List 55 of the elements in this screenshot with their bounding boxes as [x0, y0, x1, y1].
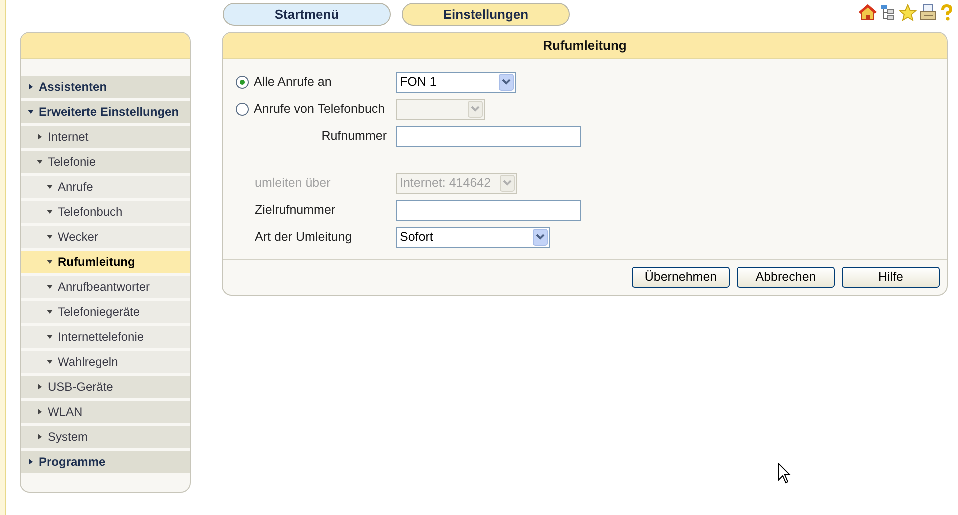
- tab[interactable]: Startmenü: [223, 3, 391, 26]
- field-label: Zielrufnummer: [255, 203, 336, 218]
- caret-down-icon: [28, 109, 34, 115]
- sidebar-item[interactable]: Programme: [21, 451, 190, 473]
- option-label: Anrufe von Telefonbuch: [254, 102, 386, 116]
- sidebar-item[interactable]: Telefonie: [21, 151, 190, 173]
- input-field[interactable]: [396, 126, 581, 147]
- tree-icon[interactable]: [880, 4, 896, 22]
- tab[interactable]: Einstellungen: [402, 3, 570, 26]
- radio-button[interactable]: [236, 76, 249, 89]
- sidebar-item[interactable]: Telefonbuch: [21, 201, 190, 223]
- action-button[interactable]: Abbrechen: [737, 266, 835, 288]
- sidebar-item[interactable]: WLAN: [21, 401, 190, 423]
- sidebar-item[interactable]: System: [21, 426, 190, 448]
- home-icon[interactable]: [859, 4, 877, 22]
- caret-right-icon: [37, 384, 43, 390]
- caret-down-icon: [37, 159, 43, 165]
- caret-right-icon: [37, 434, 43, 440]
- caret-down-icon: [47, 334, 53, 340]
- radio-button[interactable]: [236, 102, 249, 116]
- sidebar-item[interactable]: Assistenten: [21, 76, 190, 98]
- action-button[interactable]: Hilfe: [842, 266, 940, 288]
- sidebar-item[interactable]: Wecker: [21, 226, 190, 248]
- caret-down-icon: [47, 184, 53, 190]
- star-icon[interactable]: [899, 4, 917, 22]
- caret-down-icon: [47, 284, 53, 290]
- caret-down-icon: [47, 209, 53, 215]
- sidebar-item[interactable]: Anrufbeantworter: [21, 276, 190, 298]
- field-label: umleiten über: [255, 176, 331, 190]
- field-label: Art der Umleitung: [255, 230, 352, 244]
- action-button[interactable]: Übernehmen: [632, 266, 730, 288]
- option-label: Alle Anrufe an: [254, 75, 332, 90]
- caret-right-icon: [28, 459, 34, 465]
- caret-right-icon: [28, 84, 34, 90]
- sidebar-item[interactable]: Erweiterte Einstellungen: [21, 101, 190, 123]
- input-field[interactable]: [396, 200, 581, 221]
- caret-down-icon: [47, 309, 53, 315]
- caret-down-icon: [47, 359, 53, 365]
- sidebar-item[interactable]: Rufumleitung: [21, 251, 190, 273]
- field-label: Rufnummer: [322, 129, 387, 144]
- caret-right-icon: [37, 134, 43, 140]
- sidebar-item[interactable]: Internettelefonie: [21, 326, 190, 348]
- dropdown[interactable]: Sofort: [396, 226, 550, 248]
- sidebar-item[interactable]: Telefoniegeräte: [21, 301, 190, 323]
- sidebar-item[interactable]: USB-Geräte: [21, 376, 190, 398]
- sidebar-item[interactable]: Anrufe: [21, 176, 190, 198]
- printer-icon[interactable]: [920, 4, 937, 22]
- panel-title: Rufumleitung: [223, 33, 947, 59]
- caret-right-icon: [37, 409, 43, 415]
- dropdown[interactable]: FON 1: [396, 72, 516, 93]
- mouse-pointer-icon: [778, 463, 792, 485]
- caret-down-icon: [47, 234, 53, 240]
- caret-down-icon: [47, 259, 53, 265]
- sidebar-item[interactable]: Internet: [21, 126, 190, 148]
- sidebar-item[interactable]: Wahlregeln: [21, 351, 190, 373]
